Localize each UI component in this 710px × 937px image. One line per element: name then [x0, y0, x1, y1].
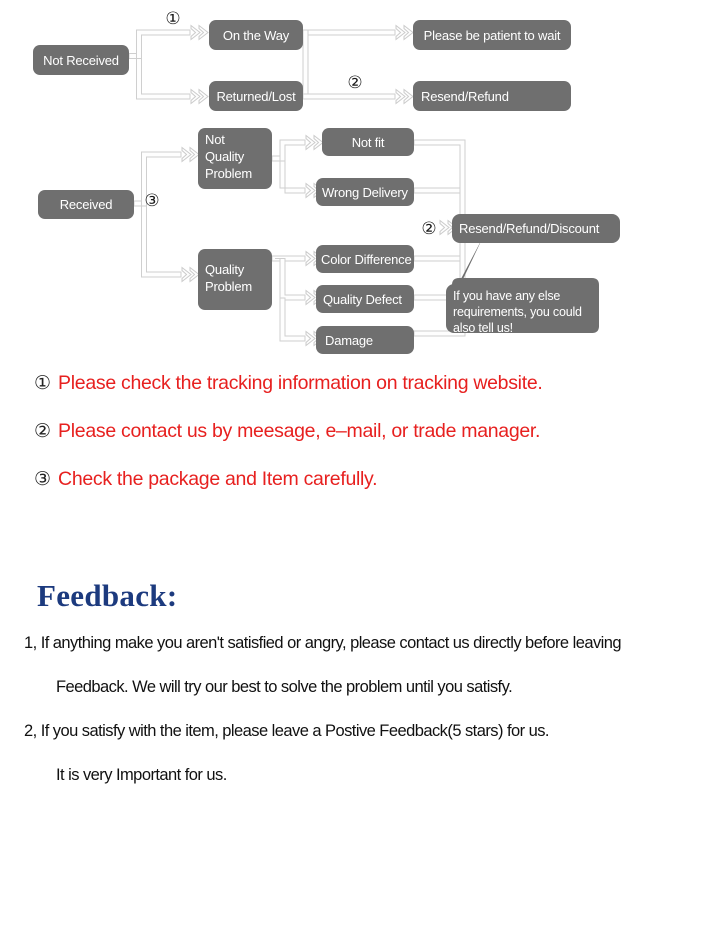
flowchart-diagram: Not Received On the Way Returned/Lost Pl…	[0, 0, 710, 368]
callout-line-1: If you have any else	[453, 289, 560, 303]
node-resend-refund-discount: Resend/Refund/Discount	[452, 214, 620, 243]
node-color-difference-label: Color Difference	[321, 252, 412, 267]
note-marker-2: ②	[34, 420, 52, 442]
node-not-quality-problem: Not Quality Problem	[198, 128, 272, 189]
marker-3: ③	[144, 191, 159, 211]
node-resend-refund-label: Resend/Refund	[421, 89, 509, 104]
note-text-2: Please contact us by meesage, e–mail, or…	[58, 420, 541, 442]
feedback-line-3: 2, If you satisfy with the item, please …	[24, 722, 550, 740]
callout-line-2: requirements, you could	[453, 305, 582, 319]
note-marker-1: ①	[34, 372, 52, 394]
node-received: Received	[38, 190, 134, 219]
node-quality-defect-label: Quality Defect	[323, 292, 402, 307]
arrowhead-to-resend-refund	[395, 89, 414, 104]
node-not-fit-label: Not fit	[352, 135, 385, 150]
node-please-be-patient-label: Please be patient to wait	[424, 28, 561, 43]
node-not-fit: Not fit	[322, 128, 414, 156]
arrowhead-to-returned-lost	[190, 89, 209, 104]
node-wrong-delivery: Wrong Delivery	[316, 178, 414, 206]
node-resend-refund: Resend/Refund	[413, 81, 571, 111]
feedback-line-4: It is very Important for us.	[56, 766, 227, 784]
arrowhead-to-please-be-patient	[395, 25, 414, 40]
marker-2-top: ②	[347, 73, 362, 93]
marker-2-right: ②	[421, 219, 436, 239]
node-not-quality-problem-line3: Problem	[205, 166, 252, 181]
arrowhead-to-on-the-way	[190, 25, 209, 40]
node-returned-lost: Returned/Lost	[209, 81, 303, 111]
node-not-quality-problem-line2: Quality	[205, 149, 245, 164]
feedback-line-2: Feedback. We will try our best to solve …	[56, 678, 513, 696]
connector-received-split	[133, 151, 182, 278]
node-quality-problem-line2: Problem	[205, 279, 252, 294]
numbered-notes-list: ① Please check the tracking information …	[0, 372, 710, 516]
node-resend-refund-discount-label: Resend/Refund/Discount	[459, 221, 600, 236]
connector-quality-branch	[271, 255, 306, 342]
node-returned-lost-label: Returned/Lost	[216, 89, 296, 104]
marker-1: ①	[165, 9, 180, 29]
node-please-be-patient-to-wait: Please be patient to wait	[413, 20, 571, 50]
feedback-line-1: 1, If anything make you aren't satisfied…	[24, 634, 622, 652]
node-color-difference: Color Difference	[316, 245, 414, 273]
note-item-3: ③ Check the package and Item carefully.	[0, 468, 710, 516]
note-item-1: ① Please check the tracking information …	[0, 372, 710, 420]
node-not-quality-problem-line1: Not	[205, 132, 225, 147]
connector-not-quality-branch	[271, 139, 306, 194]
callout-extra-requirements: If you have any else requirements, you c…	[446, 237, 599, 335]
node-damage-label: Damage	[325, 333, 373, 348]
node-received-label: Received	[60, 197, 113, 212]
feedback-section: Feedback: 1, If anything make you aren't…	[0, 578, 710, 797]
arrowhead-to-not-fit	[305, 135, 324, 150]
node-on-the-way: On the Way	[209, 20, 303, 50]
node-wrong-delivery-label: Wrong Delivery	[322, 185, 409, 200]
node-quality-defect: Quality Defect	[316, 285, 414, 313]
node-on-the-way-label: On the Way	[223, 28, 290, 43]
node-quality-problem: Quality Problem	[198, 249, 272, 310]
connector-not-received-split	[128, 29, 191, 100]
node-not-received: Not Received	[33, 45, 129, 75]
node-quality-problem-line1: Quality	[205, 262, 245, 277]
flowchart-canvas: Not Received On the Way Returned/Lost Pl…	[33, 9, 620, 354]
arrowhead-to-quality-problem	[181, 267, 200, 282]
note-item-2: ② Please contact us by meesage, e–mail, …	[0, 420, 710, 468]
note-text-1: Please check the tracking information on…	[58, 372, 543, 394]
arrowhead-to-not-quality-problem	[181, 147, 200, 162]
note-marker-3: ③	[34, 468, 52, 490]
callout-line-3: also tell us!	[453, 321, 513, 335]
node-damage: Damage	[316, 326, 414, 354]
feedback-heading: Feedback:	[37, 578, 178, 613]
node-not-received-label: Not Received	[43, 53, 119, 68]
note-text-3: Check the package and Item carefully.	[58, 468, 378, 490]
